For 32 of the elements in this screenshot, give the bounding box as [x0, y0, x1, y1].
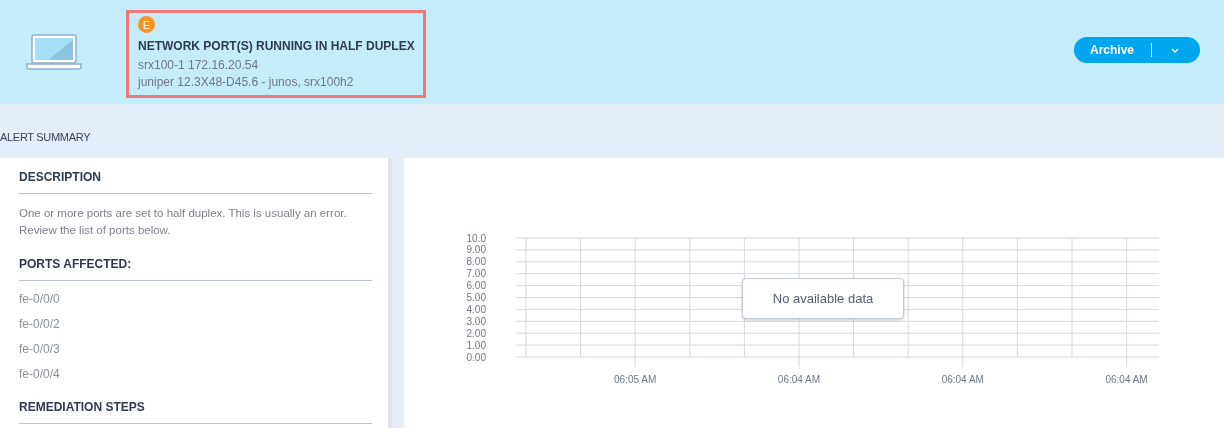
y-tick-label: 10.0 — [466, 232, 486, 244]
y-tick-label: 3.00 — [466, 315, 486, 327]
section-heading: DESCRIPTION — [19, 170, 372, 194]
y-tick-label: 8.00 — [466, 256, 486, 268]
device-platform: juniper 12.3X48-D45.6 - junos, srx100h2 — [138, 75, 354, 90]
port-name: fe-0/0/4 — [19, 366, 61, 382]
caret-icon — [1171, 47, 1179, 53]
y-tick-label: 1.00 — [466, 339, 486, 351]
x-tick-label: 06:04 AM — [777, 374, 821, 385]
alert-title: NETWORK PORT(S) RUNNING IN HALF DUPLEX — [138, 39, 415, 53]
y-tick-label: 4.00 — [466, 303, 486, 315]
archive-button[interactable]: Archive — [1074, 37, 1151, 63]
laptop-icon — [26, 34, 82, 70]
y-tick-label: 0.00 — [466, 351, 486, 363]
empty-message: No available data — [742, 278, 904, 319]
section-heading: REMEDIATION STEPS — [19, 400, 372, 424]
y-tick-label: 2.00 — [466, 327, 486, 339]
x-tick-label: 06:04 AM — [941, 374, 984, 385]
description-text: One or more ports are set to half duplex. This is usually an error. Review the list of ports below. — [19, 206, 348, 238]
device-name: srx100-1 172.16.20.54 — [138, 58, 259, 73]
section-title: ALERT SUMMARY — [0, 131, 91, 143]
port-name: fe-0/0/2 — [19, 316, 61, 332]
port-name: fe-0/0/0 — [19, 291, 61, 307]
y-tick-label: 6.00 — [466, 280, 486, 292]
x-tick-label: 06:05 AM — [614, 374, 657, 385]
section-heading: PORTS AFFECTED: — [19, 257, 372, 281]
port-name: fe-0/0/3 — [19, 341, 61, 357]
y-tick-label: 9.00 — [466, 244, 486, 256]
severity-badge: E — [138, 16, 155, 33]
y-tick-label: 5.00 — [466, 292, 486, 303]
y-tick-label: 7.00 — [466, 268, 486, 280]
x-tick-label: 06:04 AM — [1105, 374, 1148, 385]
